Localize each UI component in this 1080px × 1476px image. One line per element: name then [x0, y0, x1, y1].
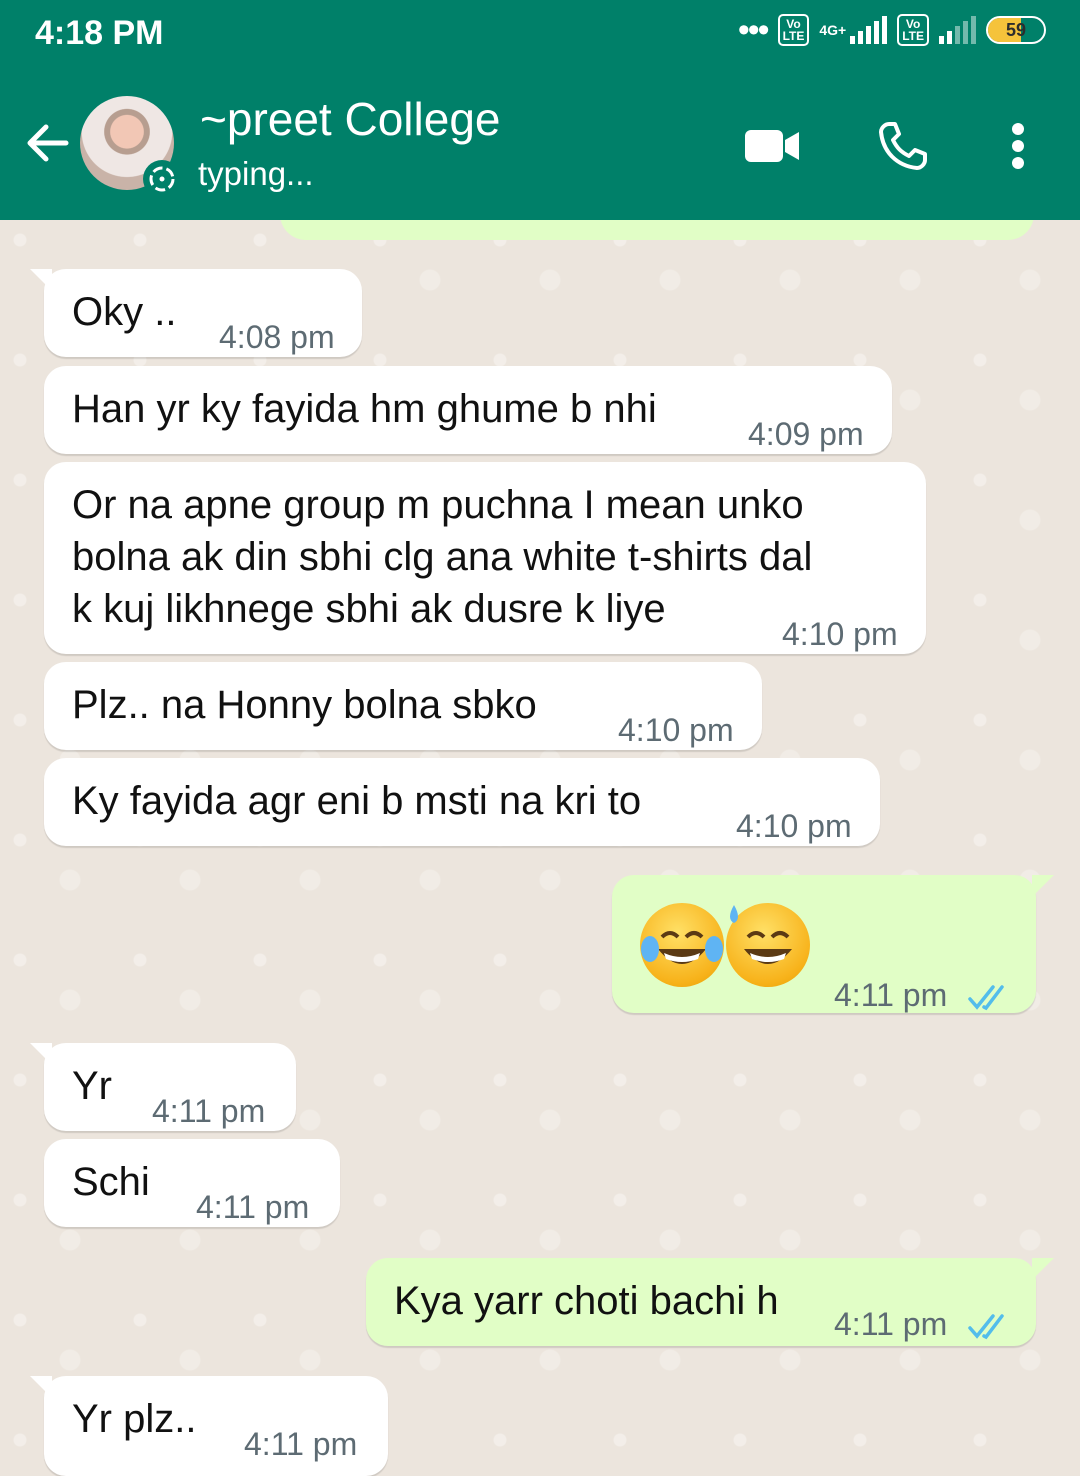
message-time: 4:10 pm	[782, 616, 898, 652]
bubble-tail	[30, 269, 52, 291]
contact-status: typing...	[198, 155, 314, 192]
message-time: 4:11 pm	[152, 1093, 266, 1129]
message-text: Han yr ky fayida hm ghume b nhi	[72, 387, 657, 431]
double-check-icon	[968, 1313, 1004, 1339]
message-bubble-incoming[interactable]: Yr plz.. 4:11 pm	[30, 1376, 388, 1476]
message-bubble-outgoing[interactable]: Kya yarr choti bachi h 4:11 pm	[366, 1258, 1054, 1346]
message-time-text: 4:11 pm	[834, 1306, 948, 1342]
message-time: 4:09 pm	[748, 416, 864, 452]
contact-name[interactable]: ~preet College	[200, 92, 500, 146]
message-text: Plz.. na Honny bolna sbko	[72, 683, 537, 727]
volte-badge: Vo LTE	[897, 14, 929, 46]
double-check-icon	[968, 984, 1004, 1010]
tears-of-joy-emoji-icon	[640, 903, 724, 987]
message-bubble-incoming[interactable]: Plz.. na Honny bolna sbko 4:10 pm	[44, 662, 762, 750]
message-text: Yr	[72, 1064, 112, 1108]
message-time: 4:11 pm	[244, 1426, 358, 1462]
status-time: 4:18 PM	[35, 14, 164, 52]
bubble-tail	[1032, 1258, 1054, 1280]
message-time: 4:10 pm	[736, 808, 852, 844]
volte-badge: Vo LTE	[777, 14, 810, 46]
message-bubble-incoming[interactable]: Ky fayida agr eni b msti na kri to 4:10 …	[44, 758, 880, 846]
battery-percent: 59	[1005, 20, 1027, 40]
message-text: Ky fayida agr eni b msti na kri to	[72, 779, 642, 823]
network-type: 4G+	[819, 22, 847, 38]
chat-header: 4:18 PM ••• Vo LTE 4G+ Vo LTE 59 ~preet Co…	[0, 0, 1080, 220]
status-icons: ••• Vo LTE 4G+ Vo LTE 59	[737, 11, 1046, 49]
message-time: 4:08 pm	[219, 319, 335, 355]
bubble-tail	[30, 1043, 52, 1065]
message-text: Kya yarr choti bachi h	[394, 1279, 779, 1323]
video-call-button[interactable]	[742, 118, 802, 174]
message-time-text: 4:11 pm	[834, 977, 948, 1013]
message-bubble-incoming[interactable]: Schi 4:11 pm	[44, 1139, 340, 1227]
battery-icon: 59	[986, 16, 1046, 44]
phone-icon	[879, 122, 927, 170]
overflow-dots-icon: •••	[737, 11, 770, 49]
status-bar: 4:18 PM ••• Vo LTE 4G+ Vo LTE 59	[0, 0, 1080, 70]
grinning-sweat-emoji-icon	[726, 903, 810, 987]
message-text: Oky ..	[72, 290, 177, 334]
message-text: Or na apne group m puchna I mean unko bo…	[72, 483, 813, 631]
signal-strength-icon	[850, 16, 888, 44]
more-vert-icon	[1012, 123, 1024, 169]
message-text: Schi	[72, 1160, 150, 1204]
bubble-tail	[1032, 875, 1054, 897]
message-text: Yr plz..	[72, 1397, 197, 1441]
back-arrow-icon[interactable]	[22, 118, 72, 168]
message-time: 4:11 pm	[834, 1298, 1012, 1350]
message-bubble-incoming[interactable]: Oky .. 4:08 pm	[30, 269, 362, 357]
message-time: 4:11 pm	[834, 969, 1012, 1021]
message-bubble-incoming[interactable]: Yr 4:11 pm	[30, 1043, 296, 1131]
signal-strength-icon	[939, 16, 976, 44]
voice-call-button[interactable]	[876, 118, 930, 174]
more-options-button[interactable]	[1000, 118, 1036, 174]
status-ring-icon	[143, 160, 181, 198]
message-time: 4:11 pm	[196, 1189, 310, 1225]
message-bubble-incoming[interactable]: Han yr ky fayida hm ghume b nhi 4:09 pm	[44, 366, 892, 454]
bubble-tail	[30, 1376, 52, 1398]
video-call-icon	[745, 130, 799, 162]
message-bubble-outgoing[interactable]: 😂😅 4:11 pm	[612, 875, 1054, 1013]
message-time: 4:10 pm	[618, 712, 734, 748]
message-bubble-incoming[interactable]: Or na apne group m puchna I mean unko bo…	[44, 462, 926, 654]
